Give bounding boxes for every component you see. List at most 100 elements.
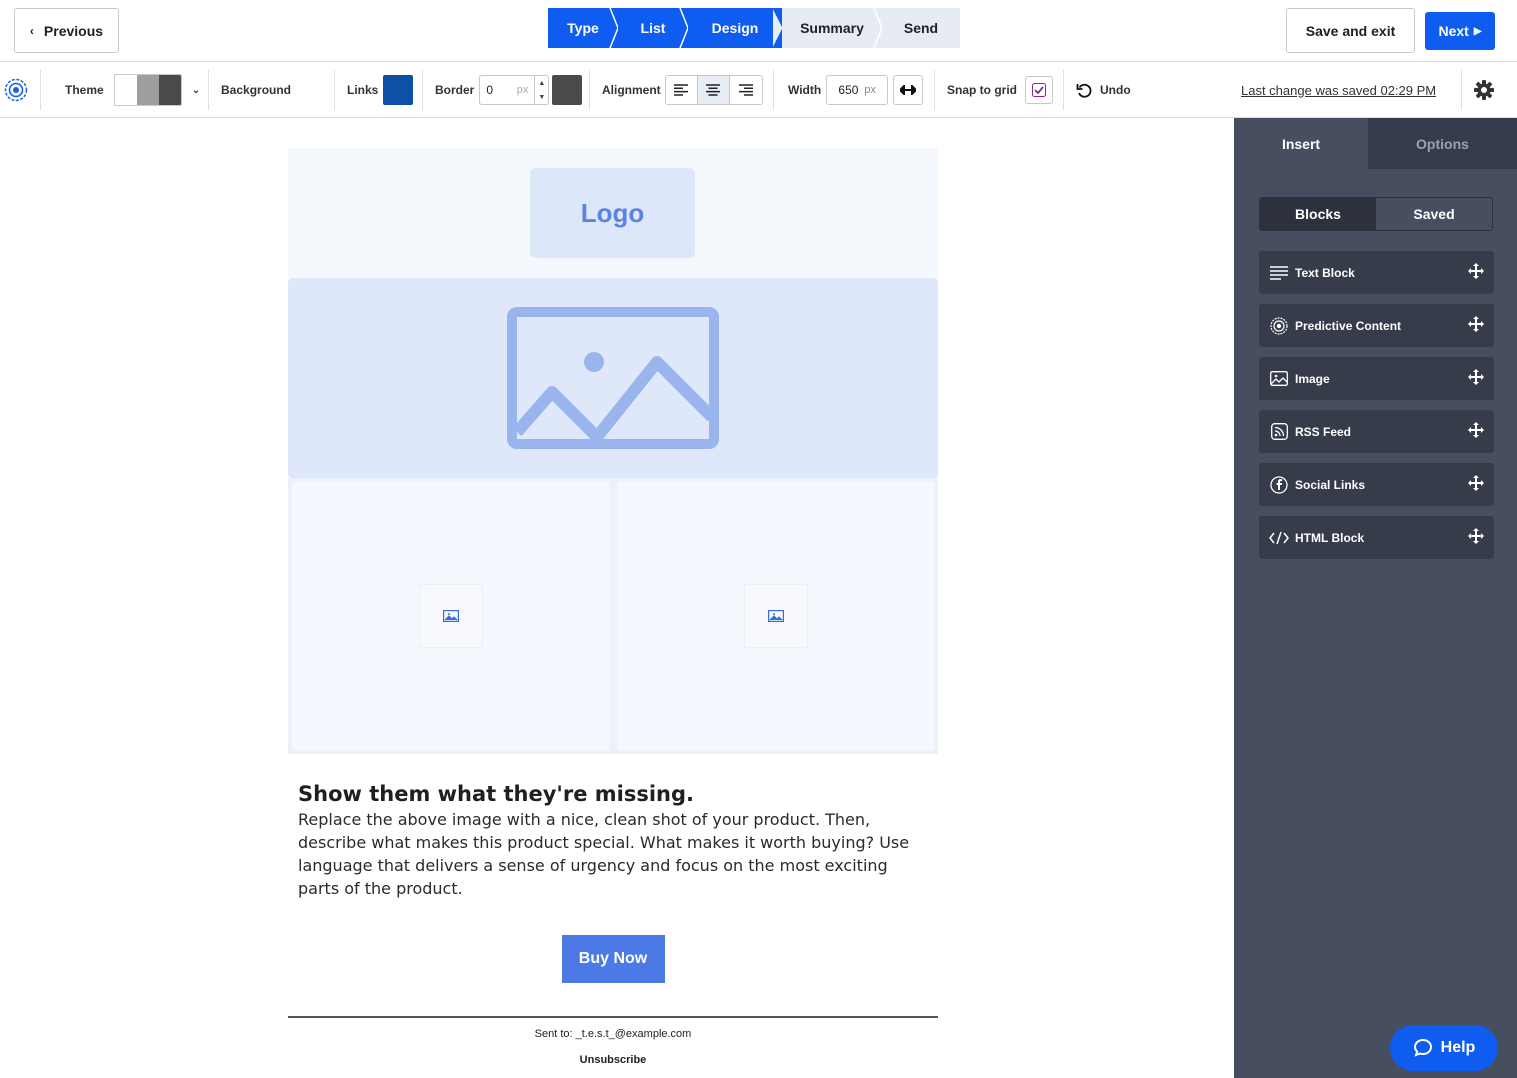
image-placeholder-icon[interactable] <box>418 584 483 648</box>
last-saved-link[interactable]: Last change was saved 02:29 PM <box>1241 83 1436 98</box>
theme-swatches[interactable] <box>113 74 182 106</box>
footer-divider <box>288 1016 938 1018</box>
next-button[interactable]: Next ▶ <box>1425 12 1495 50</box>
checkbox-checked-icon <box>1032 83 1046 97</box>
border-width-input[interactable]: 0 px ▲ ▼ <box>479 75 550 105</box>
target-icon <box>1269 316 1289 336</box>
border-unit: px <box>516 84 529 96</box>
hero-image-placeholder[interactable] <box>288 278 938 478</box>
image-placeholder-icon <box>507 307 719 449</box>
code-icon <box>1269 528 1289 548</box>
undo-icon <box>1076 83 1092 98</box>
border-value: 0 <box>486 83 494 97</box>
width-value: 650 <box>838 83 859 97</box>
move-icon[interactable] <box>1468 316 1484 335</box>
segment-saved[interactable]: Saved <box>1376 198 1492 230</box>
caret-right-icon: ▶ <box>1473 25 1482 37</box>
block-label: Image <box>1295 371 1330 386</box>
theme-swatch <box>114 75 137 105</box>
border-color-swatch[interactable] <box>552 75 583 105</box>
column-left[interactable] <box>292 482 609 750</box>
tab-insert[interactable]: Insert <box>1234 118 1368 169</box>
block-label: Text Block <box>1295 265 1355 280</box>
panel-tabs: Insert Options <box>1234 118 1517 169</box>
move-icon[interactable] <box>1468 263 1484 282</box>
undo-label: Undo <box>1100 83 1131 97</box>
chevron-left-icon: ‹ <box>29 23 34 38</box>
theme-swatch <box>158 75 181 105</box>
block-rss-feed[interactable]: RSS Feed <box>1259 410 1494 453</box>
chat-bubble-icon <box>1413 1038 1432 1057</box>
step-type[interactable]: Type <box>548 8 619 48</box>
width-unit: px <box>864 84 877 96</box>
block-label: HTML Block <box>1295 530 1365 545</box>
caret-down-icon[interactable]: ▼ <box>538 94 545 101</box>
block-text[interactable]: Text Block <box>1259 251 1494 294</box>
move-icon[interactable] <box>1468 422 1484 441</box>
step-list[interactable]: List <box>618 8 689 48</box>
buy-now-button[interactable]: Buy Now <box>561 935 665 983</box>
width-label: Width <box>788 83 822 97</box>
step-summary[interactable]: Summary <box>782 8 883 48</box>
next-label: Next <box>1438 23 1469 39</box>
gear-icon[interactable] <box>1473 62 1495 118</box>
links-color-swatch[interactable] <box>383 75 414 105</box>
block-predictive-content[interactable]: Predictive Content <box>1259 304 1494 347</box>
border-label: Border <box>435 83 475 97</box>
rss-icon <box>1269 422 1289 442</box>
email-canvas: Logo Show them what they're missing. Rep… <box>0 118 1234 1078</box>
undo-button[interactable]: Undo <box>1076 62 1131 118</box>
chevron-down-icon[interactable]: ⌄ <box>192 85 200 96</box>
expand-width-icon[interactable] <box>893 75 924 105</box>
block-html[interactable]: HTML Block <box>1259 516 1494 559</box>
top-bar: ‹ Previous Type List Design Summary Send… <box>0 0 1517 62</box>
help-label: Help <box>1440 1039 1476 1056</box>
align-center-icon[interactable] <box>697 76 730 104</box>
image-icon <box>1269 369 1289 389</box>
caret-up-icon[interactable]: ▲ <box>538 80 545 87</box>
block-label: RSS Feed <box>1295 424 1352 439</box>
step-send[interactable]: Send <box>882 8 960 48</box>
help-button[interactable]: Help <box>1390 1025 1498 1071</box>
segment-blocks[interactable]: Blocks <box>1260 198 1376 230</box>
block-image[interactable]: Image <box>1259 357 1494 400</box>
insert-panel: Insert Options Blocks Saved Text Block P… <box>1234 118 1517 1078</box>
design-toolbar: Theme ⌄ Background Links Border 0 px ▲ ▼ … <box>0 62 1517 118</box>
step-design[interactable]: Design <box>688 8 783 48</box>
alignment-label: Alignment <box>602 83 661 97</box>
logo-section[interactable]: Logo <box>288 148 938 278</box>
text-lines-icon <box>1269 263 1289 283</box>
links-label: Links <box>347 83 379 97</box>
email-body-text[interactable]: Replace the above image with a nice, cle… <box>298 808 928 900</box>
save-and-exit-button[interactable]: Save and exit <box>1286 8 1415 53</box>
tab-options[interactable]: Options <box>1368 118 1517 169</box>
progress-steps: Type List Design Summary Send <box>548 8 960 48</box>
logo-placeholder[interactable]: Logo <box>530 168 695 258</box>
column-right[interactable] <box>617 482 934 750</box>
align-left-icon[interactable] <box>665 76 698 104</box>
snap-to-grid-checkbox[interactable] <box>1025 76 1053 104</box>
unsubscribe-link[interactable]: Unsubscribe <box>288 1054 938 1066</box>
two-column-section <box>288 478 938 754</box>
theme-label: Theme <box>65 83 104 97</box>
alignment-group <box>664 75 763 105</box>
background-button[interactable]: Background <box>221 83 291 97</box>
facebook-icon <box>1269 475 1289 495</box>
border-stepper[interactable]: ▲ ▼ <box>534 76 548 104</box>
image-placeholder-icon[interactable] <box>743 584 808 648</box>
block-social-links[interactable]: Social Links <box>1259 463 1494 506</box>
theme-swatch <box>136 75 159 105</box>
text-section[interactable]: Show them what they're missing. Replace … <box>288 754 938 900</box>
blocks-saved-toggle: Blocks Saved <box>1259 197 1493 231</box>
width-input[interactable]: 650 px <box>826 75 889 105</box>
move-icon[interactable] <box>1468 528 1484 547</box>
previous-button[interactable]: ‹ Previous <box>14 8 119 53</box>
sent-to-text: Sent to: _t.e.s.t_@example.com <box>534 1028 692 1040</box>
snap-to-grid-label: Snap to grid <box>947 83 1017 97</box>
move-icon[interactable] <box>1468 475 1484 494</box>
email-heading[interactable]: Show them what they're missing. <box>298 782 928 806</box>
email-template: Logo Show them what they're missing. Rep… <box>288 148 938 1066</box>
align-right-icon[interactable] <box>729 76 762 104</box>
move-icon[interactable] <box>1468 369 1484 388</box>
previous-label: Previous <box>43 22 104 39</box>
